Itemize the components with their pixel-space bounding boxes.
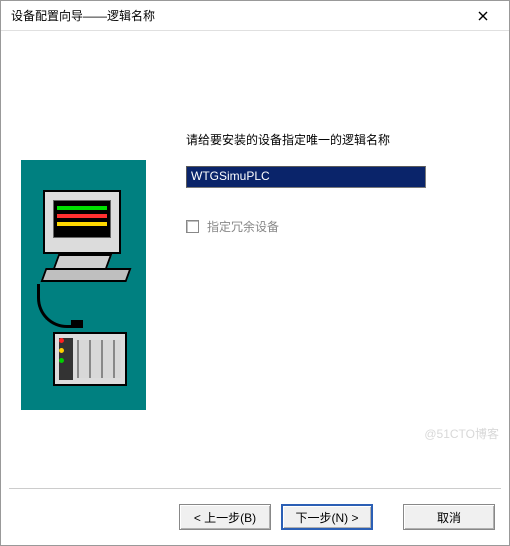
cancel-button[interactable]: 取消 [403,504,495,530]
window-title: 设备配置向导——逻辑名称 [7,7,463,24]
redundant-row: 指定冗余设备 [186,218,479,235]
back-button-label: < 上一步(B) [194,509,256,526]
form-pane: 请给要安装的设备指定唯一的逻辑名称 WTGSimuPLC 指定冗余设备 [156,31,509,488]
cancel-button-label: 取消 [437,509,461,526]
led-yellow-icon [59,348,64,353]
button-bar: < 上一步(B) 下一步(N) > 取消 [1,489,509,545]
led-red-icon [59,338,64,343]
device-name-value: WTGSimuPLC [191,168,270,184]
illustration-pane [1,31,156,488]
plc-rack-icon [53,332,127,386]
redundant-checkbox[interactable] [186,220,199,233]
screen-bars-icon [57,206,107,234]
device-name-input[interactable]: WTGSimuPLC [186,166,426,188]
rack-slots-icon [77,340,121,378]
monitor-icon [43,190,121,254]
device-name-row: WTGSimuPLC [186,166,479,188]
redundant-label: 指定冗余设备 [207,218,279,235]
led-green-icon [59,358,64,363]
plug-icon [71,320,83,328]
prompt-label: 请给要安装的设备指定唯一的逻辑名称 [186,131,479,148]
back-button[interactable]: < 上一步(B) [179,504,271,530]
wizard-illustration [21,160,146,410]
monitor-foot-icon [40,268,131,282]
next-button[interactable]: 下一步(N) > [281,504,373,530]
close-icon [478,8,488,24]
next-button-label: 下一步(N) > [295,509,358,526]
titlebar: 设备配置向导——逻辑名称 [1,1,509,31]
content-area: 请给要安装的设备指定唯一的逻辑名称 WTGSimuPLC 指定冗余设备 @51C… [1,31,509,488]
dialog-window: 设备配置向导——逻辑名称 [0,0,510,546]
close-button[interactable] [463,2,503,30]
